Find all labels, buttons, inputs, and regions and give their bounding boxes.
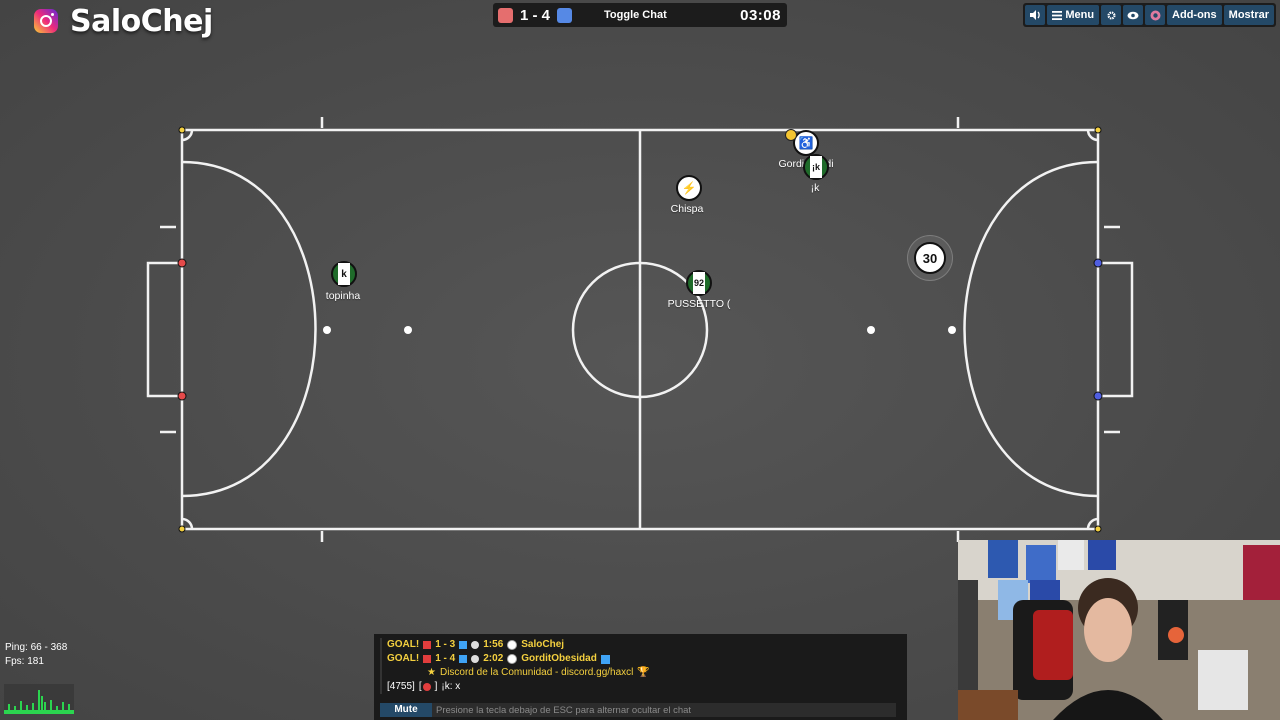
blue-team-icon xyxy=(557,7,573,23)
sound-button[interactable] xyxy=(1025,5,1046,25)
trophy-icon: 🏆 xyxy=(637,667,650,678)
message-id: [4755] xyxy=(387,681,415,692)
player-avatar: 92 xyxy=(693,272,705,294)
chat-input[interactable] xyxy=(432,703,896,717)
avatar-icon xyxy=(1150,10,1161,20)
message-text: ¡k: x xyxy=(441,681,461,692)
red-team-icon xyxy=(498,7,513,23)
ball-disc: 30 xyxy=(914,242,946,274)
fps-readout: Fps: 181 xyxy=(5,656,44,667)
menu-button[interactable]: Menu xyxy=(1047,5,1100,25)
ball-label: 30 xyxy=(922,250,938,266)
blue-team-icon xyxy=(459,641,468,649)
right-post-bottom xyxy=(1093,391,1103,401)
message-bracket-open: [ xyxy=(418,681,422,692)
chat-discord-line: ★ Discord de la Comunidad - discord.gg/h… xyxy=(387,666,907,680)
chat-log: GOAL! 1 - 3 1:56 SaloChej GOAL! 1 - 4 2:… xyxy=(380,638,907,694)
goal-scorer: SaloChej xyxy=(521,639,565,650)
logo-text: SaloChej xyxy=(70,3,213,39)
clock-icon xyxy=(471,641,480,649)
goal-label: GOAL! xyxy=(387,653,420,664)
right-goal xyxy=(1098,261,1134,398)
left-penalty-area xyxy=(181,160,317,498)
kick-indicator xyxy=(785,129,797,141)
hamburger-icon xyxy=(1052,10,1063,20)
ball-icon xyxy=(507,640,518,650)
player-avatar: ¡k xyxy=(810,156,822,178)
chat-goal-line: GOAL! 1 - 4 2:02 GorditObesidad xyxy=(387,652,907,666)
player-name-jk: ¡k xyxy=(810,182,820,194)
speaker-icon xyxy=(1029,10,1040,20)
left-goal xyxy=(146,261,182,398)
goal-scorer: GorditObesidad xyxy=(521,653,597,664)
mute-button[interactable]: Mute xyxy=(380,703,432,717)
streamer-logo: SaloChej xyxy=(34,3,213,39)
menu-label: Menu xyxy=(1065,9,1095,21)
score: 1 - 4 xyxy=(520,6,551,24)
message-bracket-close: ] xyxy=(434,681,438,692)
goal-label: GOAL! xyxy=(387,639,420,650)
settings-button[interactable] xyxy=(1101,5,1122,25)
player-name-pussetto: PUSSETTO ( xyxy=(667,298,731,310)
match-timer: 03:08 xyxy=(740,6,781,24)
star-icon: ★ xyxy=(427,667,436,678)
player-avatar: k xyxy=(338,263,350,285)
top-toolbar: Menu Add-ons Mostrar xyxy=(1023,3,1276,27)
player-name-topinha: topinha xyxy=(325,290,361,302)
goal-time: 1:56 xyxy=(483,639,504,650)
player-disc-pussetto: 92 xyxy=(686,270,712,296)
clock-icon xyxy=(471,655,480,663)
network-stats: Ping: 66 - 368 Fps: 181 xyxy=(5,641,67,669)
right-penalty-area xyxy=(963,160,1099,498)
chat-goal-line: GOAL! 1 - 3 1:56 SaloChej xyxy=(387,638,907,652)
fps-graph xyxy=(4,684,74,714)
chat-message-line: [4755] [] ¡k: x xyxy=(387,680,907,694)
player-disc-jk: ¡k xyxy=(803,154,829,180)
show-button[interactable]: Mostrar xyxy=(1223,5,1274,25)
chat-input-row: Mute xyxy=(380,703,896,717)
goal-score: 1 - 3 xyxy=(435,639,456,650)
instagram-icon xyxy=(34,9,58,33)
webcam-overlay xyxy=(958,540,1280,720)
player-disc-chispa: ⚡ xyxy=(676,175,702,201)
avatar-button[interactable] xyxy=(1145,5,1166,25)
left-post-bottom xyxy=(177,391,187,401)
ball: 30 xyxy=(907,235,953,281)
wheelchair-icon xyxy=(600,654,610,664)
goal-time: 2:02 xyxy=(483,653,504,664)
lightning-icon: ⚡ xyxy=(681,181,697,195)
red-team-icon xyxy=(422,683,431,691)
player-name-chispa: Chispa xyxy=(670,203,704,215)
toggle-chat-button[interactable]: Toggle Chat xyxy=(604,9,667,21)
right-post-top xyxy=(1093,258,1103,268)
ball-icon xyxy=(507,654,518,664)
eye-icon xyxy=(1127,11,1139,19)
addons-button[interactable]: Add-ons xyxy=(1167,5,1222,25)
scoreboard: 1 - 4 Toggle Chat 03:08 xyxy=(493,3,787,27)
blue-team-icon xyxy=(459,655,468,663)
goal-score: 1 - 4 xyxy=(435,653,456,664)
chat-panel: GOAL! 1 - 3 1:56 SaloChej GOAL! 1 - 4 2:… xyxy=(374,634,907,720)
player-disc-topinha: k xyxy=(331,261,357,287)
ping-readout: Ping: 66 - 368 xyxy=(5,642,68,653)
red-team-icon xyxy=(423,641,432,649)
red-team-icon xyxy=(423,655,432,663)
wheelchair-icon: ♿ xyxy=(798,136,814,150)
left-post-top xyxy=(177,258,187,268)
gear-icon xyxy=(1107,10,1116,20)
discord-text: Discord de la Comunidad - discord.gg/hax… xyxy=(439,667,634,678)
view-button[interactable] xyxy=(1123,5,1144,25)
